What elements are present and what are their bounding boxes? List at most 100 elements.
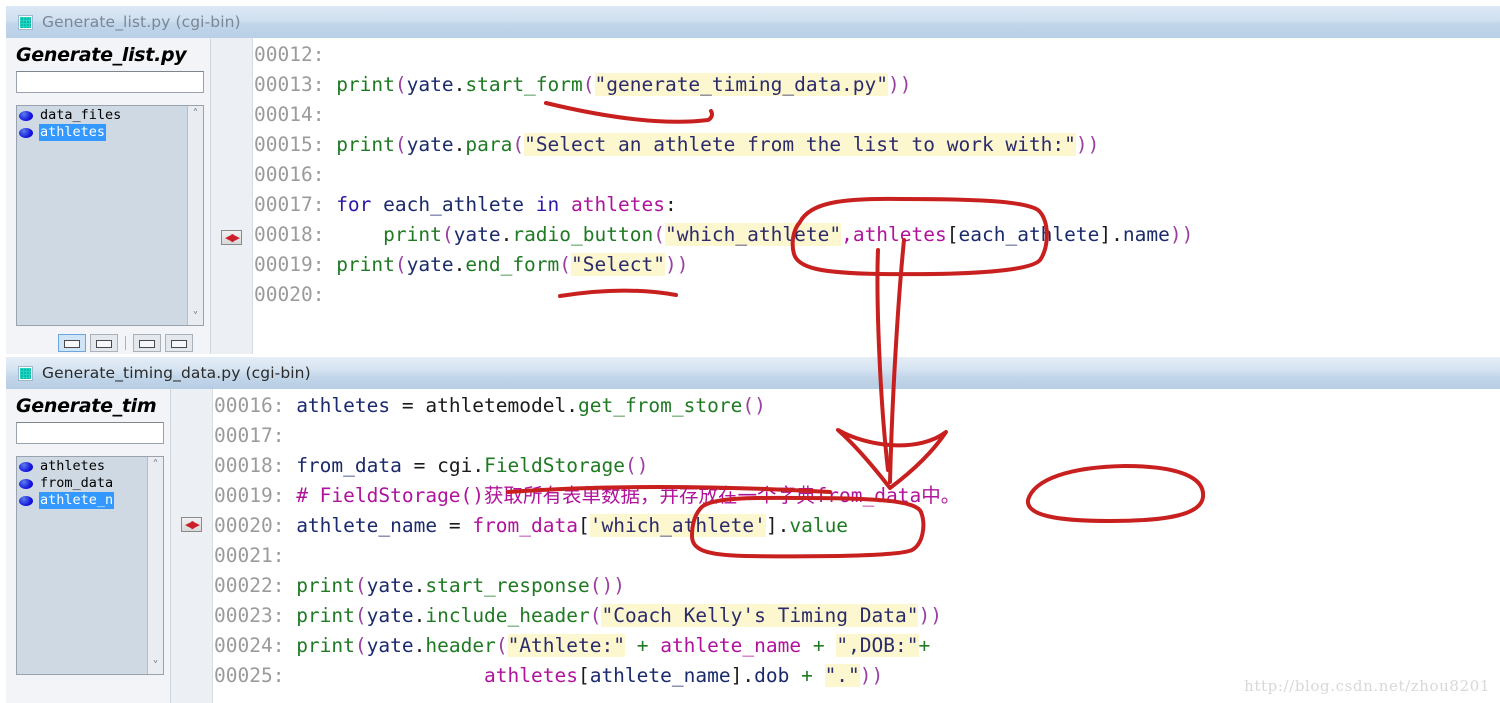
- breakpoint-marker-icon[interactable]: ◀▶: [181, 517, 202, 532]
- titlebar-generate-list[interactable]: Generate_list.py (cgi-bin): [6, 6, 1500, 38]
- code-token: "Select an athlete from the list to work…: [524, 133, 1076, 156]
- window-title: Generate_list.py (cgi-bin): [42, 13, 241, 31]
- variable-bullet-icon: [19, 127, 33, 138]
- chevron-up-icon[interactable]: ˄: [193, 108, 199, 120]
- explorer-scrollbar[interactable]: ˄ ˅: [147, 457, 163, 674]
- code-line[interactable]: 00020: athlete_name = from_data['which_a…: [214, 511, 1500, 541]
- chevron-up-icon[interactable]: ˄: [153, 459, 159, 471]
- line-number: 00023:: [214, 604, 297, 627]
- code-line[interactable]: 00015: print(yate.para("Select an athlet…: [254, 130, 1500, 160]
- code-token: yate: [366, 604, 414, 627]
- code-line[interactable]: 00017:: [214, 421, 1500, 451]
- code-line[interactable]: 00023: print(yate.include_header("Coach …: [214, 601, 1500, 631]
- code-line[interactable]: 00017: for each_athlete in athletes:: [254, 190, 1500, 220]
- code-line[interactable]: 00022: print(yate.start_response()): [214, 571, 1500, 601]
- explorer-toolbar[interactable]: [16, 328, 204, 352]
- code-token: print: [336, 133, 395, 156]
- code-text-bottom[interactable]: 00016: athletes = athletemodel.get_from_…: [214, 389, 1500, 703]
- explorer-list[interactable]: data_files athletes ˄ ˅: [16, 105, 204, 326]
- code-line[interactable]: 00016:: [254, 160, 1500, 190]
- code-token: .: [500, 223, 513, 246]
- code-token: (: [394, 73, 407, 96]
- python-file-icon: [18, 365, 33, 381]
- code-token: =: [390, 394, 426, 417]
- code-token: for: [336, 193, 372, 216]
- explorer-search-input[interactable]: [16, 422, 164, 444]
- code-token: athletes: [484, 664, 578, 687]
- toolbar-button-filter[interactable]: [133, 334, 161, 352]
- code-token: yate: [406, 253, 454, 276]
- code-token: .: [413, 634, 426, 657]
- list-item[interactable]: data_files: [17, 107, 187, 124]
- code-pane-bottom[interactable]: ◀▶ 00016: athletes = athletemodel.get_fr…: [171, 389, 1500, 703]
- code-token: ]: [765, 514, 778, 537]
- window-title: Generate_timing_data.py (cgi-bin): [42, 364, 311, 382]
- line-number: 00014:: [254, 103, 337, 126]
- titlebar-generate-timing-data[interactable]: Generate_timing_data.py (cgi-bin): [6, 357, 1500, 389]
- code-line[interactable]: 00018: from_data = cgi.FieldStorage(): [214, 451, 1500, 481]
- explorer-panel-top[interactable]: Generate_list.py data_files athletes ˄ ˅: [6, 38, 211, 354]
- code-line[interactable]: 00021:: [214, 541, 1500, 571]
- code-pane-top[interactable]: ◀▶ 00012: 00013: print(yate.start_form("…: [211, 38, 1500, 354]
- code-line[interactable]: 00014:: [254, 100, 1500, 130]
- line-number: 00020:: [254, 283, 337, 306]
- code-token: (: [582, 73, 595, 96]
- code-line[interactable]: 00024: print(yate.header("Athlete:" + at…: [214, 631, 1500, 661]
- explorer-panel-bottom[interactable]: Generate_tim athletes from_data athlete_…: [6, 389, 171, 703]
- explorer-scrollbar[interactable]: ˄ ˅: [187, 106, 203, 325]
- window-generate-timing-data[interactable]: Generate_timing_data.py (cgi-bin) Genera…: [6, 357, 1500, 703]
- code-line[interactable]: 00019: print(yate.end_form("Select")): [254, 250, 1500, 280]
- code-line[interactable]: 00020:: [254, 280, 1500, 310]
- code-token: ".": [824, 664, 860, 687]
- code-token: (): [624, 454, 649, 477]
- code-token: ",DOB:": [836, 634, 919, 657]
- list-item-label: athletes: [39, 124, 107, 141]
- code-token: athletemodel: [425, 394, 567, 417]
- explorer-heading: Generate_tim: [16, 395, 157, 417]
- code-token: (: [653, 223, 665, 246]
- code-gutter[interactable]: ◀▶: [211, 38, 253, 354]
- code-token: end_form: [465, 253, 560, 276]
- code-text-top[interactable]: 00012: 00013: print(yate.start_form("gen…: [254, 38, 1500, 354]
- code-token: .: [777, 514, 790, 537]
- chevron-down-icon[interactable]: ˅: [153, 660, 159, 672]
- line-number: 00022:: [214, 574, 297, 597]
- code-line[interactable]: 00019: # FieldStorage()获取所有表单数据，并存放在一个字典…: [214, 481, 1500, 511]
- python-file-icon: [18, 14, 33, 30]
- code-token: # FieldStorage()获取所有表单数据，并存放在一个字典from_da…: [296, 484, 961, 507]
- code-token: each_athlete: [958, 223, 1100, 246]
- list-item-label: athletes: [40, 458, 106, 474]
- toolbar-button-settings[interactable]: [165, 334, 193, 352]
- code-token: (: [589, 604, 602, 627]
- breakpoint-marker-icon[interactable]: ◀▶: [221, 230, 242, 245]
- code-line[interactable]: 00016: athletes = athletemodel.get_from_…: [214, 391, 1500, 421]
- code-token: "which_athlete": [664, 223, 842, 246]
- code-token: get_from_store: [577, 394, 743, 417]
- code-token: ,: [841, 223, 853, 246]
- code-token: "generate_timing_data.py": [594, 73, 889, 96]
- explorer-search-input[interactable]: [16, 71, 204, 93]
- code-token: print: [296, 634, 355, 657]
- code-gutter[interactable]: ◀▶: [171, 389, 213, 703]
- code-line[interactable]: 00018: print(yate.radio_button("which_at…: [254, 220, 1500, 250]
- code-line[interactable]: 00013: print(yate.start_form("generate_t…: [254, 70, 1500, 100]
- list-item[interactable]: athletes: [17, 458, 147, 475]
- explorer-list[interactable]: athletes from_data athlete_n ˄ ˅: [16, 456, 164, 675]
- code-token: )): [888, 73, 912, 96]
- code-line[interactable]: 00012:: [254, 40, 1500, 70]
- toolbar-button-variables[interactable]: [90, 334, 118, 352]
- window-generate-list[interactable]: Generate_list.py (cgi-bin) Generate_list…: [6, 6, 1500, 354]
- line-number: 00019:: [254, 253, 337, 276]
- toolbar-button-list-view[interactable]: [58, 334, 86, 352]
- code-token: from_data: [296, 454, 402, 477]
- code-token: athletes: [571, 193, 665, 216]
- code-token: cgi: [437, 454, 473, 477]
- code-token: )): [918, 604, 942, 627]
- watermark: http://blog.csdn.net/zhou8201: [1244, 677, 1490, 695]
- list-item[interactable]: athletes: [17, 124, 187, 141]
- list-item[interactable]: from_data: [17, 475, 147, 492]
- list-item[interactable]: athlete_n: [17, 492, 147, 509]
- chevron-down-icon[interactable]: ˅: [193, 311, 199, 323]
- code-token: from_data: [472, 514, 578, 537]
